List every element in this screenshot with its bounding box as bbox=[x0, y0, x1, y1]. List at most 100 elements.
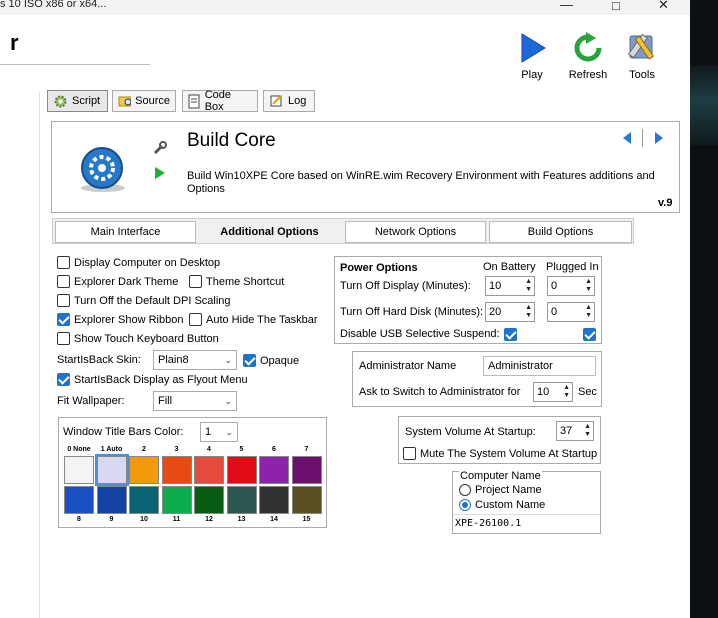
tab-main-interface[interactable]: Main Interface bbox=[55, 221, 196, 243]
computer-name-input[interactable]: XPE-26100.1 bbox=[455, 518, 521, 529]
color-swatch[interactable] bbox=[161, 456, 192, 484]
usb-battery-checkbox[interactable] bbox=[504, 328, 517, 341]
volume-stepper[interactable]: 37 ▲ ▼ bbox=[556, 421, 594, 441]
tab-label: Script bbox=[72, 95, 101, 107]
power-options-group: Power Options On Battery Plugged In Turn… bbox=[334, 256, 602, 344]
touch-keyboard-checkbox[interactable]: Show Touch Keyboard Button bbox=[57, 332, 219, 345]
theme-shortcut-checkbox[interactable]: Theme Shortcut bbox=[189, 275, 284, 288]
skin-select[interactable]: Plain8 ⌄ bbox=[153, 350, 237, 370]
project-name-radio[interactable]: Project Name bbox=[459, 484, 542, 496]
usb-suspend-label: Disable USB Selective Suspend: bbox=[340, 328, 500, 340]
flyout-menu-checkbox[interactable]: StartIsBack Display as Flyout Menu bbox=[57, 373, 248, 386]
swatch-number: 14 bbox=[270, 516, 278, 523]
checkbox-label: Mute The System Volume At Startup bbox=[420, 447, 598, 460]
color-swatch[interactable] bbox=[161, 486, 192, 514]
color-swatch[interactable] bbox=[129, 456, 159, 484]
stepper-value: 0 bbox=[551, 280, 558, 292]
spin-arrows-icon[interactable]: ▲ ▼ bbox=[563, 384, 572, 400]
close-icon[interactable]: ✕ bbox=[658, 0, 669, 13]
checkbox-box[interactable] bbox=[189, 275, 202, 288]
tab-log[interactable]: Log bbox=[263, 90, 315, 112]
refresh-icon bbox=[574, 32, 602, 62]
maximize-icon[interactable]: □ bbox=[612, 0, 620, 13]
checkbox-box[interactable] bbox=[403, 447, 416, 460]
checkbox-box[interactable] bbox=[57, 373, 70, 386]
spin-arrows-icon[interactable]: ▲ ▼ bbox=[585, 304, 594, 320]
spin-arrows-icon[interactable]: ▲ ▼ bbox=[584, 423, 593, 439]
play-label: Play bbox=[521, 69, 543, 81]
usb-plugged-checkbox[interactable] bbox=[583, 328, 597, 341]
play-button[interactable]: Play bbox=[512, 32, 552, 81]
wallpaper-select[interactable]: Fill ⌄ bbox=[153, 391, 237, 411]
tab-script[interactable]: Script bbox=[47, 90, 108, 112]
color-swatch[interactable] bbox=[226, 456, 257, 484]
swatch-number: 9 bbox=[109, 516, 114, 523]
checkbox-box[interactable] bbox=[243, 354, 256, 367]
tab-additional-options[interactable]: Additional Options bbox=[199, 221, 340, 243]
swatch-number: 0 None bbox=[67, 446, 91, 453]
checkbox-box[interactable] bbox=[57, 256, 70, 269]
spin-arrows-icon[interactable]: ▲ ▼ bbox=[525, 304, 534, 320]
custom-name-radio[interactable]: Custom Name bbox=[459, 499, 545, 511]
checkbox-box[interactable] bbox=[57, 332, 70, 345]
checkbox-box[interactable] bbox=[57, 275, 70, 288]
swatch-number: 15 bbox=[302, 516, 311, 523]
checkbox-box[interactable] bbox=[57, 313, 70, 326]
desktop-background bbox=[690, 0, 718, 618]
admin-name-input[interactable]: Administrator bbox=[483, 356, 596, 376]
tab-network-options[interactable]: Network Options bbox=[345, 221, 486, 243]
previous-script-icon[interactable] bbox=[622, 131, 632, 145]
tab-source[interactable]: Source bbox=[112, 90, 176, 112]
next-script-icon[interactable] bbox=[654, 131, 664, 145]
admin-switch-stepper[interactable]: 10 ▲ ▼ bbox=[533, 382, 573, 402]
chevron-down-icon: ⌄ bbox=[224, 395, 232, 406]
disk-battery-stepper[interactable]: 20 ▲ ▼ bbox=[485, 302, 535, 322]
minimize-icon[interactable]: — bbox=[560, 0, 573, 12]
admin-name-label: Administrator Name bbox=[359, 360, 457, 372]
app-title: r bbox=[10, 30, 19, 55]
color-swatch[interactable] bbox=[96, 486, 127, 514]
mute-volume-checkbox[interactable]: Mute The System Volume At Startup bbox=[403, 447, 597, 460]
refresh-button[interactable]: Refresh bbox=[565, 32, 611, 81]
stepper-value: 20 bbox=[489, 306, 502, 318]
color-swatch[interactable] bbox=[194, 456, 224, 484]
display-plugged-stepper[interactable]: 0 ▲ ▼ bbox=[547, 276, 595, 296]
color-swatch[interactable] bbox=[259, 486, 289, 514]
color-swatch[interactable] bbox=[291, 486, 322, 514]
computer-name-title: Computer Name bbox=[459, 470, 542, 482]
spin-arrows-icon[interactable]: ▲ ▼ bbox=[585, 278, 594, 294]
tab-code-box[interactable]: Code Box bbox=[182, 89, 258, 113]
run-script-icon[interactable] bbox=[154, 166, 166, 180]
color-swatch[interactable] bbox=[64, 456, 94, 484]
opaque-checkbox[interactable]: Opaque bbox=[243, 354, 299, 367]
explorer-ribbon-checkbox[interactable]: Explorer Show Ribbon bbox=[57, 313, 183, 326]
title-bar-colors-group: Window Title Bars Color: 1 ⌄ 0 None 1 Auto… bbox=[58, 417, 327, 528]
script-tree-pane[interactable] bbox=[0, 92, 40, 618]
tools-label: Tools bbox=[629, 69, 655, 81]
disk-plugged-stepper[interactable]: 0 ▲ ▼ bbox=[547, 302, 595, 322]
tab-build-options[interactable]: Build Options bbox=[489, 221, 632, 243]
auto-hide-taskbar-checkbox[interactable]: Auto Hide The Taskbar bbox=[189, 313, 318, 326]
swatch-number: 13 bbox=[237, 516, 246, 523]
color-swatch[interactable] bbox=[94, 454, 129, 486]
play-icon bbox=[521, 33, 546, 63]
wrench-icon[interactable] bbox=[152, 140, 168, 156]
color-swatch[interactable] bbox=[64, 486, 94, 514]
turn-off-dpi-checkbox[interactable]: Turn Off the Default DPI Scaling bbox=[57, 294, 231, 307]
color-swatch[interactable] bbox=[129, 486, 159, 514]
color-swatch[interactable] bbox=[226, 486, 257, 514]
color-swatch[interactable] bbox=[194, 486, 224, 514]
display-battery-stepper[interactable]: 10 ▲ ▼ bbox=[485, 276, 535, 296]
chevron-down-icon: ⌄ bbox=[224, 354, 232, 365]
spin-arrows-icon[interactable]: ▲ ▼ bbox=[525, 278, 534, 294]
checkbox-label: Opaque bbox=[260, 354, 300, 367]
radio-button[interactable] bbox=[459, 499, 471, 511]
checkbox-box[interactable] bbox=[57, 294, 70, 307]
explorer-dark-theme-checkbox[interactable]: Explorer Dark Theme bbox=[57, 275, 178, 288]
color-swatch[interactable] bbox=[259, 456, 289, 484]
checkbox-box[interactable] bbox=[189, 313, 202, 326]
tools-button[interactable]: Tools bbox=[622, 32, 662, 81]
color-swatch[interactable] bbox=[291, 456, 322, 484]
display-computer-checkbox[interactable]: Display Computer on Desktop bbox=[57, 256, 220, 269]
radio-button[interactable] bbox=[459, 484, 471, 496]
